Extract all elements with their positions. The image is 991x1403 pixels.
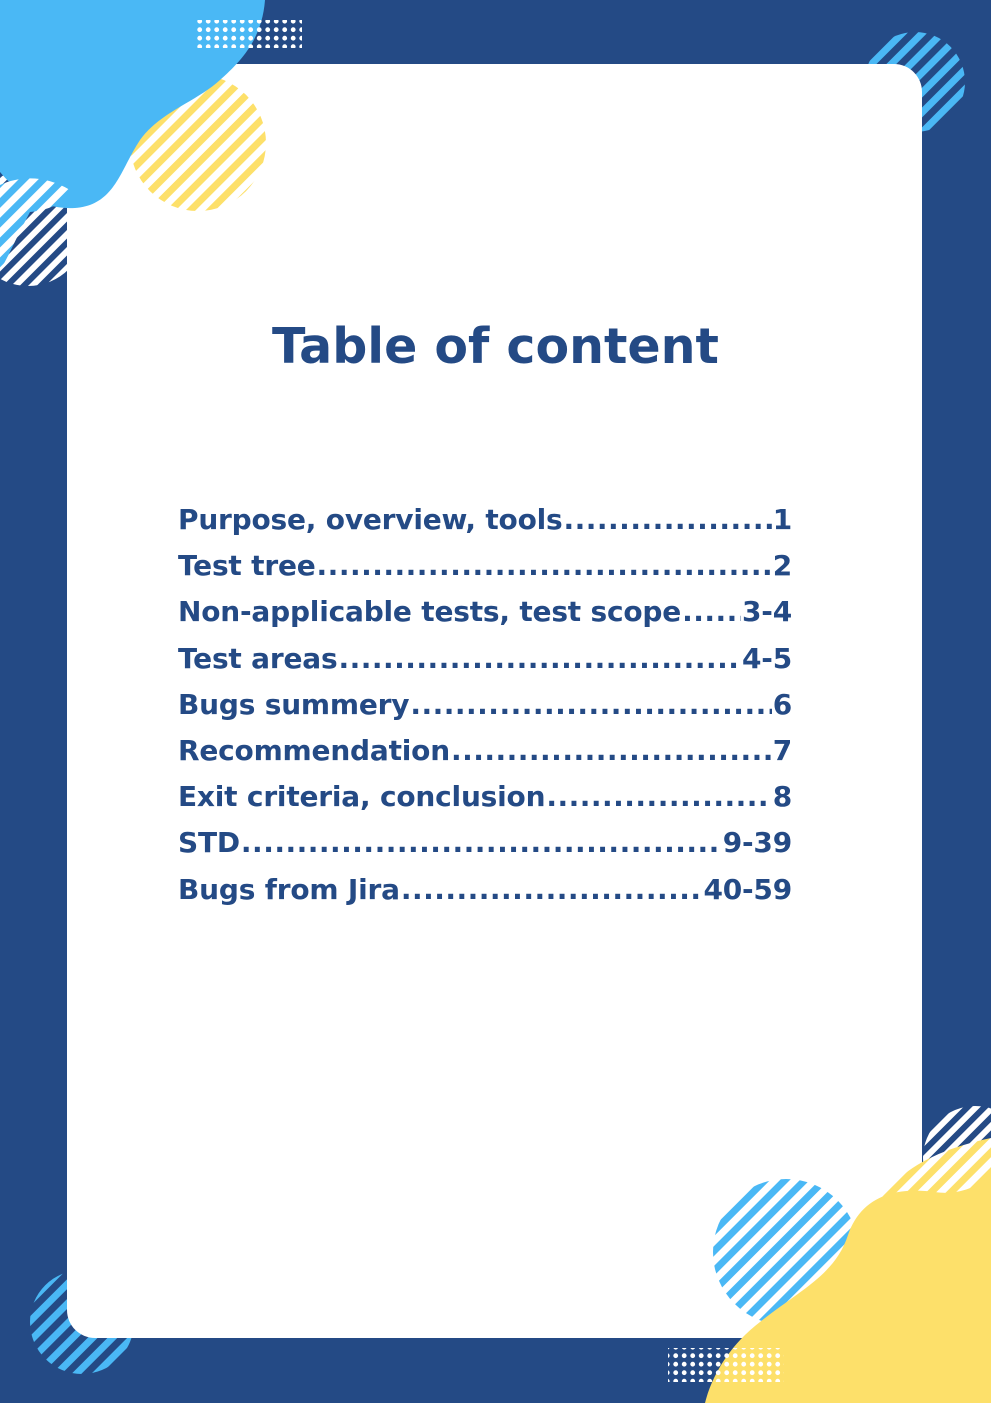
toc-entry-label: Test tree xyxy=(178,549,316,583)
toc-entry-page-number: 40-59 xyxy=(703,872,792,906)
toc-entry-page-number: 7 xyxy=(772,733,793,767)
document-page: Table of content Purpose, overview, tool… xyxy=(0,0,991,1403)
toc-entry: Recommendation 7 xyxy=(178,734,792,780)
page-title: Table of content xyxy=(272,318,719,375)
toc-entry-page-number: 9-39 xyxy=(722,826,792,860)
toc-entry-label: Recommendation xyxy=(178,733,450,767)
toc-entry-page-number: 4-5 xyxy=(742,641,792,675)
toc-entry-page-number: 6 xyxy=(772,687,793,721)
table-of-contents: Purpose, overview, tools 1 Test tree 2 Non-a… xyxy=(178,503,792,919)
toc-dot-leader xyxy=(682,595,741,628)
toc-entry-page-number: 1 xyxy=(772,503,793,536)
toc-entry-label: Bugs from Jira xyxy=(178,872,400,906)
toc-entry: STD 9-39 xyxy=(178,826,792,872)
toc-entry-label: Purpose, overview, tools xyxy=(178,503,563,536)
toc-dot-leader xyxy=(410,688,771,721)
toc-entry-label: Non-applicable tests, test scope xyxy=(178,595,682,629)
toc-dot-leader xyxy=(241,826,722,859)
toc-dot-leader xyxy=(338,642,741,675)
toc-entry-label: Exit criteria, conclusion xyxy=(178,780,546,814)
toc-entry-page-number: 2 xyxy=(772,549,793,583)
white-striped-circle-top-left xyxy=(0,178,70,270)
toc-entry: Exit criteria, conclusion 8 xyxy=(178,780,792,826)
toc-entry: Bugs summery 6 xyxy=(178,688,792,734)
dot-grid-bottom xyxy=(668,1348,784,1382)
toc-entry: Test areas 4-5 xyxy=(178,642,792,688)
toc-entry: Test tree 2 xyxy=(178,549,792,595)
toc-dot-leader xyxy=(451,734,772,767)
toc-entry-page-number: 8 xyxy=(772,780,793,814)
toc-entry-page-number: 3-4 xyxy=(742,595,792,629)
toc-entry-label: STD xyxy=(178,826,240,860)
toc-dot-leader xyxy=(317,549,772,582)
toc-dot-leader xyxy=(546,780,771,813)
toc-entry: Non-applicable tests, test scope 3-4 xyxy=(178,595,792,641)
toc-entry-label: Test areas xyxy=(178,641,338,675)
toc-entry: Bugs from Jira 40-59 xyxy=(178,873,792,919)
toc-entry-label: Bugs summery xyxy=(178,687,410,721)
toc-dot-leader xyxy=(564,503,772,536)
toc-entry: Purpose, overview, tools 1 xyxy=(178,503,792,549)
dot-grid-top xyxy=(194,20,302,48)
toc-dot-leader xyxy=(401,873,703,906)
